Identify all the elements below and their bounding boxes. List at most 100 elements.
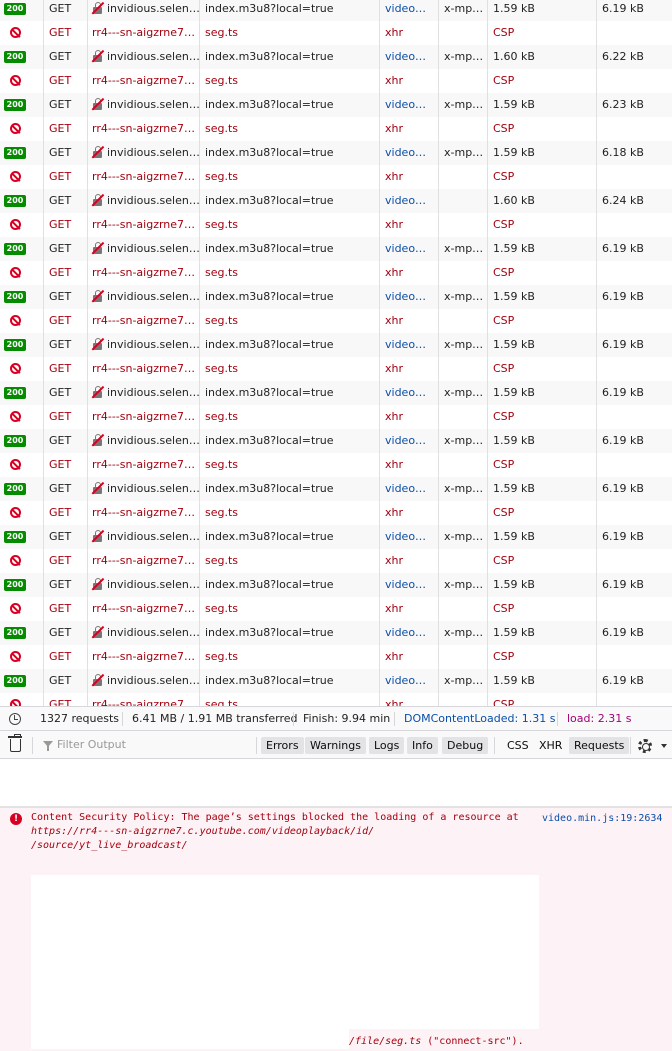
error-url-tail[interactable]: /file/seg.ts [349, 1036, 421, 1047]
method-cell: GET [44, 213, 88, 237]
method-cell: GET [44, 309, 88, 333]
domain-text: rr4---sn-aigzrne7… [92, 650, 196, 663]
domain-cell: invidious.selen… [88, 237, 200, 261]
filter-debug-button[interactable]: Debug [442, 737, 489, 754]
transferred-cell: CSP [488, 357, 597, 381]
status-cell [0, 357, 44, 381]
network-row[interactable]: 200 GET invidious.selen… index.m3u8?local=t… [0, 573, 672, 597]
method-cell: GET [44, 621, 88, 645]
performance-clock-icon[interactable] [9, 713, 21, 725]
method-cell: GET [44, 525, 88, 549]
cause-cell: video… [380, 189, 439, 213]
status-badge: 200 [4, 483, 26, 495]
network-request-table: 200 GET invidious.selen… index.m3u8?local=t… [0, 0, 672, 706]
transferred-cell: CSP [488, 693, 597, 706]
network-row[interactable]: GET rr4---sn-aigzrne7… seg.ts xhr CSP [0, 693, 672, 706]
status-cell: 200 [0, 0, 44, 21]
network-row[interactable]: 200 GET invidious.selen… index.m3u8?local=t… [0, 621, 672, 645]
domain-cell: rr4---sn-aigzrne7… [88, 165, 200, 189]
status-cell: 200 [0, 333, 44, 357]
network-row[interactable]: GET rr4---sn-aigzrne7… seg.ts xhr CSP [0, 261, 672, 285]
filter-xhr-button[interactable]: XHR [534, 737, 567, 754]
domain-text: invidious.selen… [107, 50, 200, 63]
network-row[interactable]: 200 GET invidious.selen… index.m3u8?local=t… [0, 669, 672, 693]
blocked-icon [10, 219, 21, 230]
status-cell: 200 [0, 381, 44, 405]
network-row[interactable]: 200 GET invidious.selen… index.m3u8?local=t… [0, 381, 672, 405]
size-cell [597, 453, 672, 477]
network-row[interactable]: GET rr4---sn-aigzrne7… seg.ts xhr CSP [0, 309, 672, 333]
network-row[interactable]: 200 GET invidious.selen… index.m3u8?local=t… [0, 141, 672, 165]
network-row[interactable]: GET rr4---sn-aigzrne7… seg.ts xhr CSP [0, 597, 672, 621]
network-row[interactable]: GET rr4---sn-aigzrne7… seg.ts xhr CSP [0, 501, 672, 525]
network-row[interactable]: 200 GET invidious.selen… index.m3u8?local=t… [0, 429, 672, 453]
size-cell [597, 357, 672, 381]
status-cell [0, 69, 44, 93]
cause-cell: video… [380, 333, 439, 357]
domain-text: invidious.selen… [107, 338, 200, 351]
network-row[interactable]: GET rr4---sn-aigzrne7… seg.ts xhr CSP [0, 357, 672, 381]
cause-cell: xhr [380, 165, 439, 189]
method-cell: GET [44, 117, 88, 141]
filter-errors-button[interactable]: Errors [261, 737, 304, 754]
network-row[interactable]: 200 GET invidious.selen… index.m3u8?local=t… [0, 477, 672, 501]
network-row[interactable]: GET rr4---sn-aigzrne7… seg.ts xhr CSP [0, 165, 672, 189]
cause-cell: video… [380, 429, 439, 453]
network-row[interactable]: GET rr4---sn-aigzrne7… seg.ts xhr CSP [0, 645, 672, 669]
method-cell: GET [44, 381, 88, 405]
network-row[interactable]: 200 GET invidious.selen… index.m3u8?local=t… [0, 45, 672, 69]
network-row[interactable]: GET rr4---sn-aigzrne7… seg.ts xhr CSP [0, 69, 672, 93]
status-cell: 200 [0, 525, 44, 549]
domain-text: invidious.selen… [107, 578, 200, 591]
network-row[interactable]: 200 GET invidious.selen… index.m3u8?local=t… [0, 189, 672, 213]
filter-output-input[interactable] [57, 738, 247, 751]
network-row[interactable]: 200 GET invidious.selen… index.m3u8?local=t… [0, 333, 672, 357]
filter-info-button[interactable]: Info [407, 737, 438, 754]
error-url-line1[interactable]: https://rr4---sn-aigzrne7.c.youtube.com/… [31, 825, 374, 839]
network-row[interactable]: 200 GET invidious.selen… index.m3u8?local=t… [0, 0, 672, 21]
domain-text: rr4---sn-aigzrne7… [92, 218, 196, 231]
domain-text: rr4---sn-aigzrne7… [92, 698, 196, 706]
filter-css-button[interactable]: CSS [502, 737, 534, 754]
file-cell: index.m3u8?local=true [200, 0, 380, 21]
error-url-line2[interactable]: /source/yt_live_broadcast/ [31, 839, 188, 853]
type-cell [439, 21, 488, 45]
network-row[interactable]: GET rr4---sn-aigzrne7… seg.ts xhr CSP [0, 549, 672, 573]
file-cell: seg.ts [200, 597, 380, 621]
domain-text: rr4---sn-aigzrne7… [92, 554, 196, 567]
network-row[interactable]: GET rr4---sn-aigzrne7… seg.ts xhr CSP [0, 453, 672, 477]
status-cell [0, 597, 44, 621]
insecure-lock-icon [91, 289, 104, 303]
file-cell: seg.ts [200, 501, 380, 525]
error-source-link[interactable]: video.min.js:19:2634 [542, 812, 662, 826]
domain-cell: rr4---sn-aigzrne7… [88, 117, 200, 141]
status-cell [0, 501, 44, 525]
settings-dropdown-icon[interactable] [661, 744, 667, 748]
network-row[interactable]: GET rr4---sn-aigzrne7… seg.ts xhr CSP [0, 213, 672, 237]
network-row[interactable]: GET rr4---sn-aigzrne7… seg.ts xhr CSP [0, 21, 672, 45]
filter-warnings-button[interactable]: Warnings [305, 737, 366, 754]
domain-text: invidious.selen… [107, 674, 200, 687]
network-row[interactable]: 200 GET invidious.selen… index.m3u8?local=t… [0, 93, 672, 117]
cause-cell: video… [380, 237, 439, 261]
domain-cell: rr4---sn-aigzrne7… [88, 309, 200, 333]
network-row[interactable]: 200 GET invidious.selen… index.m3u8?local=t… [0, 237, 672, 261]
blocked-icon [10, 507, 21, 518]
transferred-cell: CSP [488, 213, 597, 237]
status-badge: 200 [4, 531, 26, 543]
filter-requests-button[interactable]: Requests [569, 737, 630, 754]
domain-text: invidious.selen… [107, 434, 200, 447]
status-cell [0, 549, 44, 573]
clear-console-trash-icon[interactable] [8, 734, 22, 752]
filter-logs-button[interactable]: Logs [369, 737, 405, 754]
network-row[interactable]: GET rr4---sn-aigzrne7… seg.ts xhr CSP [0, 405, 672, 429]
network-row[interactable]: GET rr4---sn-aigzrne7… seg.ts xhr CSP [0, 117, 672, 141]
blocked-icon [10, 651, 21, 662]
size-cell: 6.18 kB [602, 146, 644, 159]
cause-cell: video… [380, 477, 439, 501]
type-cell [439, 189, 488, 213]
transferred-cell: CSP [488, 501, 597, 525]
network-row[interactable]: 200 GET invidious.selen… index.m3u8?local=t… [0, 285, 672, 309]
network-row[interactable]: 200 GET invidious.selen… index.m3u8?local=t… [0, 525, 672, 549]
console-settings-gear-icon[interactable] [638, 739, 652, 753]
